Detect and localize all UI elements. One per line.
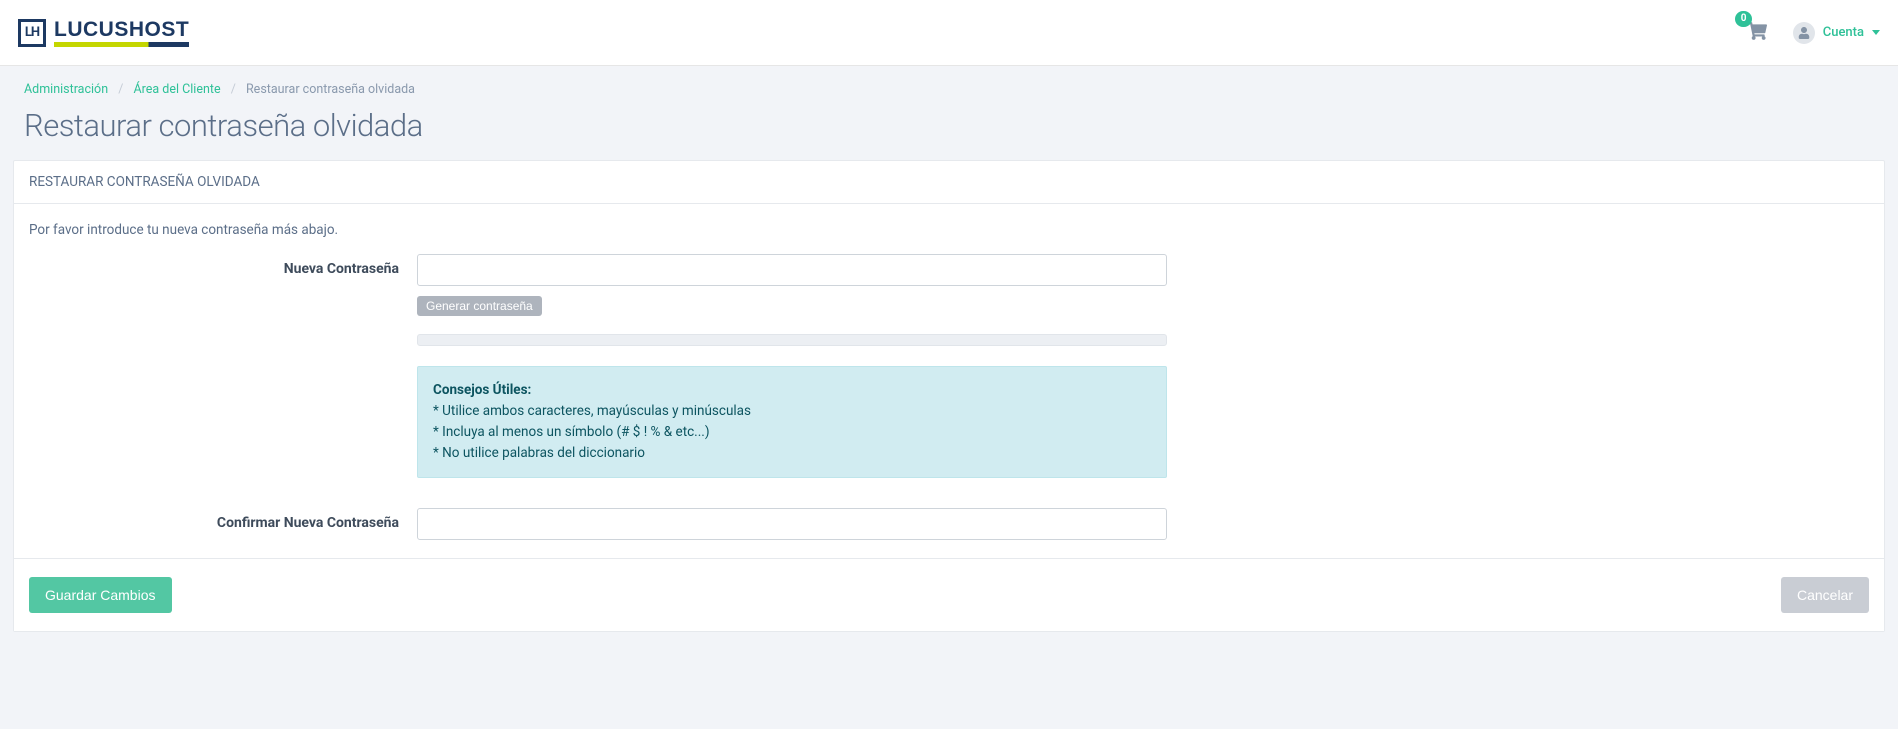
- intro-text: Por favor introduce tu nueva contraseña …: [29, 222, 1869, 238]
- panel-body: Por favor introduce tu nueva contraseña …: [14, 204, 1884, 558]
- user-icon: [1793, 22, 1815, 44]
- new-password-field-wrap: Generar contraseña Consejos Útiles: * Ut…: [417, 254, 1167, 478]
- breadcrumb-current: Restaurar contraseña olvidada: [246, 82, 415, 97]
- cart-button[interactable]: 0: [1747, 21, 1767, 45]
- new-password-row: Nueva Contraseña Generar contraseña Cons…: [29, 254, 1869, 478]
- tips-title: Consejos Útiles:: [433, 382, 531, 398]
- tip-line-2: * Incluya al menos un símbolo (# $ ! % &…: [433, 424, 710, 440]
- breadcrumb: Administración / Área del Cliente / Rest…: [0, 66, 1898, 99]
- breadcrumb-separator: /: [111, 82, 130, 97]
- confirm-password-label: Confirmar Nueva Contraseña: [29, 508, 417, 540]
- password-strength-bar: [417, 334, 1167, 346]
- generate-password-button[interactable]: Generar contraseña: [417, 296, 542, 316]
- cancel-button[interactable]: Cancelar: [1781, 577, 1869, 613]
- tip-line-3: * No utilice palabras del diccionario: [433, 445, 645, 461]
- confirm-password-field-wrap: [417, 508, 1167, 540]
- account-dropdown[interactable]: Cuenta: [1793, 22, 1880, 44]
- logo-underline: [54, 42, 189, 47]
- logo-text: LUCUSHOST: [54, 19, 189, 40]
- tip-line-1: * Utilice ambos caracteres, mayúsculas y…: [433, 403, 751, 419]
- reset-password-panel: RESTAURAR CONTRASEÑA OLVIDADA Por favor …: [13, 160, 1885, 632]
- save-button[interactable]: Guardar Cambios: [29, 577, 172, 613]
- logo-mark: LH: [18, 19, 46, 47]
- header-right: 0 Cuenta: [1747, 21, 1880, 45]
- confirm-password-row: Confirmar Nueva Contraseña: [29, 508, 1869, 540]
- page-title: Restaurar contraseña olvidada: [0, 99, 1898, 160]
- logo[interactable]: LH LUCUSHOST: [18, 19, 189, 47]
- new-password-label: Nueva Contraseña: [29, 254, 417, 478]
- breadcrumb-separator: /: [224, 82, 243, 97]
- confirm-password-input[interactable]: [417, 508, 1167, 540]
- new-password-input[interactable]: [417, 254, 1167, 286]
- cart-count-badge: 0: [1735, 11, 1753, 27]
- chevron-down-icon: [1872, 30, 1880, 35]
- top-header: LH LUCUSHOST 0 Cuenta: [0, 0, 1898, 66]
- panel-footer: Guardar Cambios Cancelar: [14, 558, 1884, 631]
- breadcrumb-admin[interactable]: Administración: [24, 82, 108, 97]
- account-label: Cuenta: [1823, 25, 1864, 40]
- password-tips: Consejos Útiles: * Utilice ambos caracte…: [417, 366, 1167, 478]
- breadcrumb-client-area[interactable]: Área del Cliente: [134, 82, 221, 97]
- logo-text-wrap: LUCUSHOST: [54, 19, 189, 47]
- panel-heading: RESTAURAR CONTRASEÑA OLVIDADA: [14, 161, 1884, 204]
